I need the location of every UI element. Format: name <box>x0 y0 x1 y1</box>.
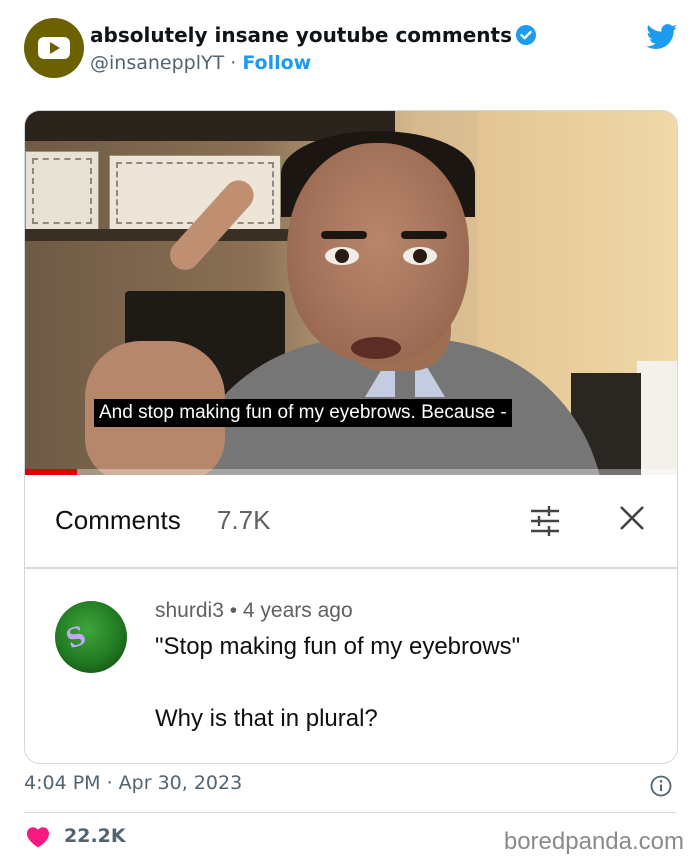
display-name[interactable]: absolutely insane youtube comments <box>90 22 536 51</box>
comments-title: Comments <box>55 505 181 535</box>
filter-sliders-icon[interactable] <box>527 503 563 544</box>
shelf <box>25 229 325 241</box>
meta-separator: • <box>223 599 243 622</box>
box-pattern <box>32 158 92 224</box>
eyebrow <box>401 231 447 239</box>
comment-item: S shurdi3 • 4 years ago "Stop making fun… <box>25 569 677 763</box>
media-card[interactable]: And stop making fun of my eyebrows. Beca… <box>24 110 678 764</box>
like-count[interactable]: 22.2K <box>64 825 126 847</box>
eyebrow <box>321 231 367 239</box>
storage-box <box>25 151 99 231</box>
youtube-play-icon <box>38 37 70 59</box>
eye <box>325 247 359 265</box>
comment-meta: shurdi3 • 4 years ago <box>155 599 353 623</box>
twitter-bird-icon[interactable] <box>646 24 678 54</box>
comment-text-line2: Why is that in plural? <box>155 705 378 732</box>
comments-header: Comments 7.7K <box>25 475 677 569</box>
comment-author[interactable]: shurdi3 <box>155 599 224 622</box>
cabinet <box>637 361 677 475</box>
handle[interactable]: @insanepplYT <box>90 52 224 74</box>
account-avatar[interactable] <box>24 18 84 78</box>
comment-text-line1: "Stop making fun of my eyebrows" <box>155 633 521 660</box>
video-caption: And stop making fun of my eyebrows. Beca… <box>94 399 512 427</box>
handle-separator: · <box>224 52 243 74</box>
eye <box>403 247 437 265</box>
mouth <box>351 337 401 359</box>
verified-badge-icon <box>516 25 536 51</box>
info-icon[interactable] <box>650 775 672 801</box>
follow-button[interactable]: Follow <box>242 52 311 74</box>
watermark: boredpanda.com <box>503 828 684 855</box>
tweet-header: absolutely insane youtube comments @insa… <box>24 18 684 80</box>
comment-age: 4 years ago <box>242 599 353 622</box>
avatar-swirl-icon: S <box>62 620 91 656</box>
video-frame[interactable]: And stop making fun of my eyebrows. Beca… <box>25 111 677 475</box>
handle-row: @insanepplYT · Follow <box>90 50 311 76</box>
comments-count: 7.7K <box>217 505 271 535</box>
footer-divider <box>24 812 676 813</box>
heart-icon[interactable] <box>26 826 50 852</box>
display-name-text[interactable]: absolutely insane youtube comments <box>90 23 512 47</box>
commenter-avatar[interactable]: S <box>55 601 127 673</box>
close-icon[interactable] <box>617 503 647 538</box>
tweet-timestamp[interactable]: 4:04 PM · Apr 30, 2023 <box>24 772 242 794</box>
person-head <box>287 143 469 363</box>
